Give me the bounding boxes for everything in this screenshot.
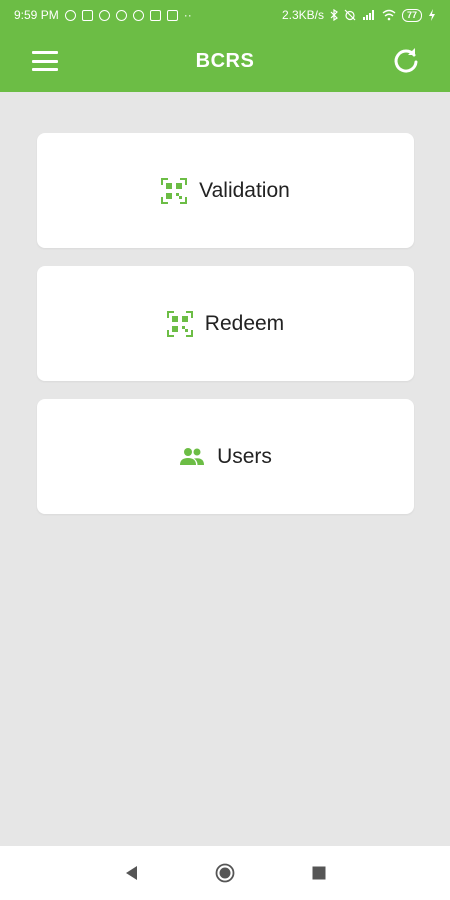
calendar-notification-icon	[81, 9, 93, 21]
alarm-off-icon	[344, 9, 356, 21]
app-title: BCRS	[195, 49, 255, 72]
hamburger-menu-icon[interactable]	[32, 51, 58, 71]
battery-icon: 77	[401, 8, 422, 22]
users-label: Users	[217, 444, 272, 468]
status-bar: 9:59 PM ·· 2.3KB/s 77	[0, 0, 450, 30]
qr-scan-icon	[161, 177, 188, 204]
home-circle-icon[interactable]	[215, 863, 235, 883]
validation-label: Validation	[199, 178, 290, 202]
system-nav-bar	[0, 846, 450, 900]
facebook-notification-icon	[115, 9, 127, 21]
bluetooth-icon	[330, 9, 338, 21]
back-triangle-icon[interactable]	[122, 863, 142, 883]
status-right: 2.3KB/s 77	[282, 8, 436, 22]
users-card[interactable]: Users	[37, 399, 414, 514]
facebook-notification-icon	[98, 9, 110, 21]
refresh-icon[interactable]	[392, 47, 420, 75]
redeem-label: Redeem	[204, 311, 285, 335]
wifi-icon	[382, 9, 396, 21]
menu-list: Validation Redeem Users	[37, 133, 414, 532]
redeem-card[interactable]: Redeem	[37, 266, 414, 381]
recents-square-icon[interactable]	[309, 863, 329, 883]
mail-notification-icon	[149, 9, 161, 21]
app-bar: BCRS	[0, 30, 450, 92]
qr-scan-icon	[166, 310, 193, 337]
facebook-notification-icon	[132, 9, 144, 21]
network-speed: 2.3KB/s	[281, 8, 324, 22]
facebook-notification-icon	[64, 9, 76, 21]
validation-card[interactable]: Validation	[37, 133, 414, 248]
status-left: 9:59 PM ··	[14, 8, 192, 22]
charging-icon	[429, 9, 435, 21]
app-notification-icon	[166, 9, 178, 21]
battery-level: 77	[406, 10, 417, 20]
signal-icon	[362, 10, 374, 20]
more-notifications-icon: ··	[183, 8, 192, 22]
status-time: 9:59 PM	[14, 8, 59, 22]
users-icon	[180, 447, 205, 465]
